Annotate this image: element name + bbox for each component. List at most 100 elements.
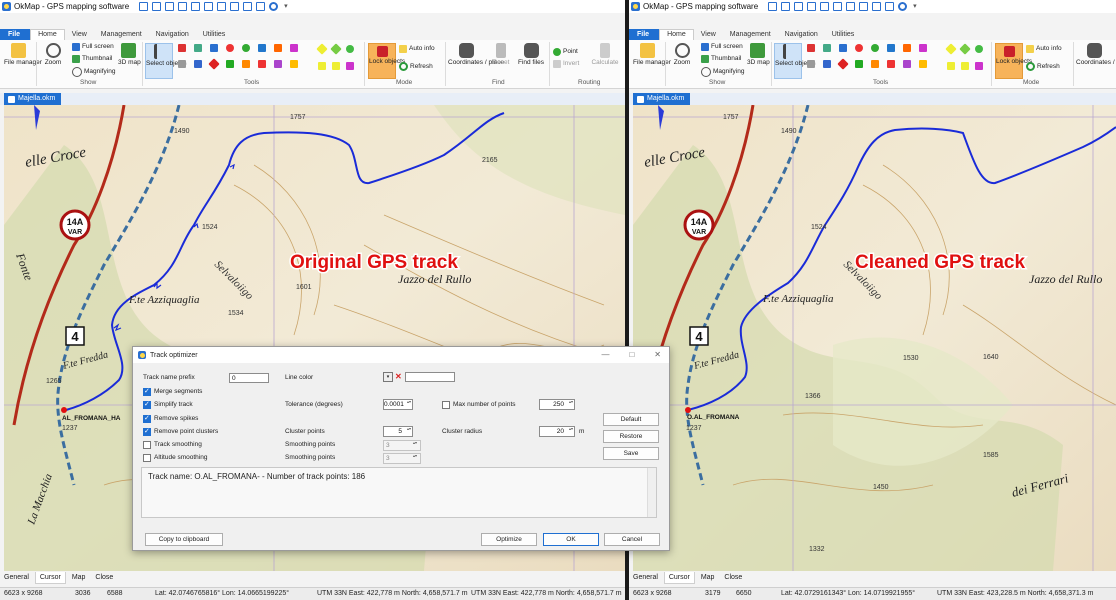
tab-management[interactable]: Management — [723, 30, 778, 40]
green-dot-icon[interactable] — [871, 44, 879, 52]
thumbnail-button[interactable]: Thumbnail — [701, 55, 741, 63]
auto-info-button[interactable]: Auto info — [1026, 45, 1062, 53]
smoothing-points-select-1[interactable]: 3 — [383, 440, 421, 451]
new-file-icon[interactable] — [139, 2, 149, 11]
eraser-icon[interactable] — [945, 43, 957, 55]
tolerance-input[interactable]: 0.0001 — [383, 399, 413, 410]
waypoint-add-icon[interactable] — [178, 44, 186, 52]
map-view[interactable]: 14A VAR 4 elle Croce F.te Azziquaglia F.… — [633, 105, 1116, 571]
max-points-checkbox[interactable] — [442, 401, 450, 409]
coordinates-place-button[interactable]: Coordinates / place — [1076, 43, 1116, 66]
purple-icon[interactable] — [274, 60, 282, 68]
document-icon[interactable] — [256, 2, 266, 11]
pin-icon[interactable] — [346, 45, 354, 53]
smoothing-points-select-2[interactable]: 3 — [383, 453, 421, 464]
refresh-button[interactable]: Refresh — [1026, 62, 1060, 71]
track-icon[interactable] — [887, 44, 895, 52]
delete-pin-icon[interactable] — [975, 62, 983, 70]
move-tool-icon[interactable] — [807, 60, 815, 68]
red-diamond-icon[interactable] — [208, 58, 220, 70]
green-flag-icon[interactable] — [855, 60, 863, 68]
line-tool-icon[interactable] — [823, 60, 831, 68]
clear-color-icon[interactable]: ✕ — [395, 372, 402, 382]
maximize-icon[interactable]: □ — [629, 350, 634, 359]
orange-icon[interactable] — [242, 60, 250, 68]
minimize-icon[interactable]: — — [601, 350, 609, 359]
remove-spikes-checkbox[interactable] — [143, 414, 151, 423]
thumbnail-button[interactable]: Thumbnail — [72, 55, 112, 63]
routing-point-button[interactable]: Point — [553, 48, 578, 56]
bottom-tab-general[interactable]: General — [0, 572, 33, 583]
document-tab[interactable]: Majella.okm — [4, 93, 62, 105]
gear-icon[interactable] — [269, 2, 279, 11]
tab-management[interactable]: Management — [94, 30, 149, 40]
bottom-tab-map[interactable]: Map — [68, 572, 90, 583]
save-as-icon[interactable] — [807, 2, 817, 11]
coordinates-place-button[interactable]: Coordinates / place — [448, 43, 504, 66]
bottom-tab-close[interactable]: Close — [720, 572, 746, 583]
track-name-prefix-input[interactable] — [229, 373, 269, 383]
red-dot-icon[interactable] — [226, 44, 234, 52]
remove-point-clusters-checkbox[interactable] — [143, 427, 151, 436]
purple-icon[interactable] — [903, 60, 911, 68]
delete-all-icon[interactable] — [961, 62, 969, 70]
waypoint-add-icon[interactable] — [807, 44, 815, 52]
magnifying-button[interactable]: Magnifying — [701, 67, 744, 77]
lock-objects-button[interactable]: Lock objects — [995, 43, 1032, 79]
lock-objects-button[interactable]: Lock objects — [368, 43, 405, 79]
eraser-green-icon[interactable] — [330, 43, 342, 55]
bottom-tab-cursor[interactable]: Cursor — [663, 572, 695, 584]
eraser-green-icon[interactable] — [959, 43, 971, 55]
select-objects-button[interactable]: Select objects — [774, 43, 815, 79]
save-file-icon[interactable] — [165, 2, 175, 11]
select-objects-button[interactable]: Select objects — [145, 43, 186, 79]
file-manager-button[interactable]: File manager — [4, 43, 42, 66]
tab-file[interactable]: File — [629, 29, 660, 40]
auto-info-button[interactable]: Auto info — [399, 45, 435, 53]
tab-navigation[interactable]: Navigation — [149, 30, 196, 40]
magnifying-button[interactable]: Magnifying — [72, 67, 115, 77]
save-button[interactable]: Save — [603, 447, 659, 460]
close-icon[interactable]: ✕ — [654, 350, 661, 359]
save-file-icon[interactable] — [794, 2, 804, 11]
default-button[interactable]: Default — [603, 413, 659, 426]
tab-navigation[interactable]: Navigation — [778, 30, 825, 40]
ok-button[interactable]: OK — [543, 533, 599, 546]
find-files-button[interactable]: Find files — [516, 43, 546, 66]
file-manager-button[interactable]: File manager — [633, 43, 671, 66]
zoom-button[interactable]: Zoom — [669, 43, 695, 66]
yellow-icon[interactable] — [919, 60, 927, 68]
save-all-icon[interactable] — [230, 2, 240, 11]
optimize-button[interactable]: Optimize — [481, 533, 537, 546]
cluster-radius-input[interactable]: 20 — [539, 426, 575, 437]
altitude-smoothing-checkbox[interactable] — [143, 454, 151, 462]
pin-icon[interactable] — [975, 45, 983, 53]
save-as-icon[interactable] — [178, 2, 188, 11]
topographic-map[interactable]: 14A VAR 4 elle Croce F.te Azziquaglia F.… — [633, 105, 1116, 571]
route-icon[interactable] — [839, 44, 847, 52]
green-flag-icon[interactable] — [226, 60, 234, 68]
reset-button[interactable]: Reset — [490, 43, 512, 66]
orange-icon[interactable] — [871, 60, 879, 68]
print-icon[interactable] — [820, 2, 830, 11]
track-start-point[interactable] — [685, 407, 691, 413]
export-icon[interactable] — [833, 2, 843, 11]
green-dot-icon[interactable] — [242, 44, 250, 52]
shape-icon[interactable] — [919, 44, 927, 52]
tab-home[interactable]: Home — [30, 29, 65, 40]
routing-invert-button[interactable]: Invert — [553, 60, 579, 68]
gear-icon[interactable] — [898, 2, 908, 11]
tab-file[interactable]: File — [0, 29, 31, 40]
full-screen-button[interactable]: Full screen — [72, 43, 114, 51]
import-icon[interactable] — [846, 2, 856, 11]
max-points-input[interactable]: 250 — [539, 399, 575, 410]
color-dropdown-icon[interactable]: ▾ — [383, 372, 393, 382]
bottom-tab-close[interactable]: Close — [91, 572, 117, 583]
restore-button[interactable]: Restore — [603, 430, 659, 443]
red-square-icon[interactable] — [887, 60, 895, 68]
track-start-point[interactable] — [61, 407, 67, 413]
open-file-icon[interactable] — [781, 2, 791, 11]
import-icon[interactable] — [217, 2, 227, 11]
bottom-tab-map[interactable]: Map — [697, 572, 719, 583]
yellow-icon[interactable] — [290, 60, 298, 68]
